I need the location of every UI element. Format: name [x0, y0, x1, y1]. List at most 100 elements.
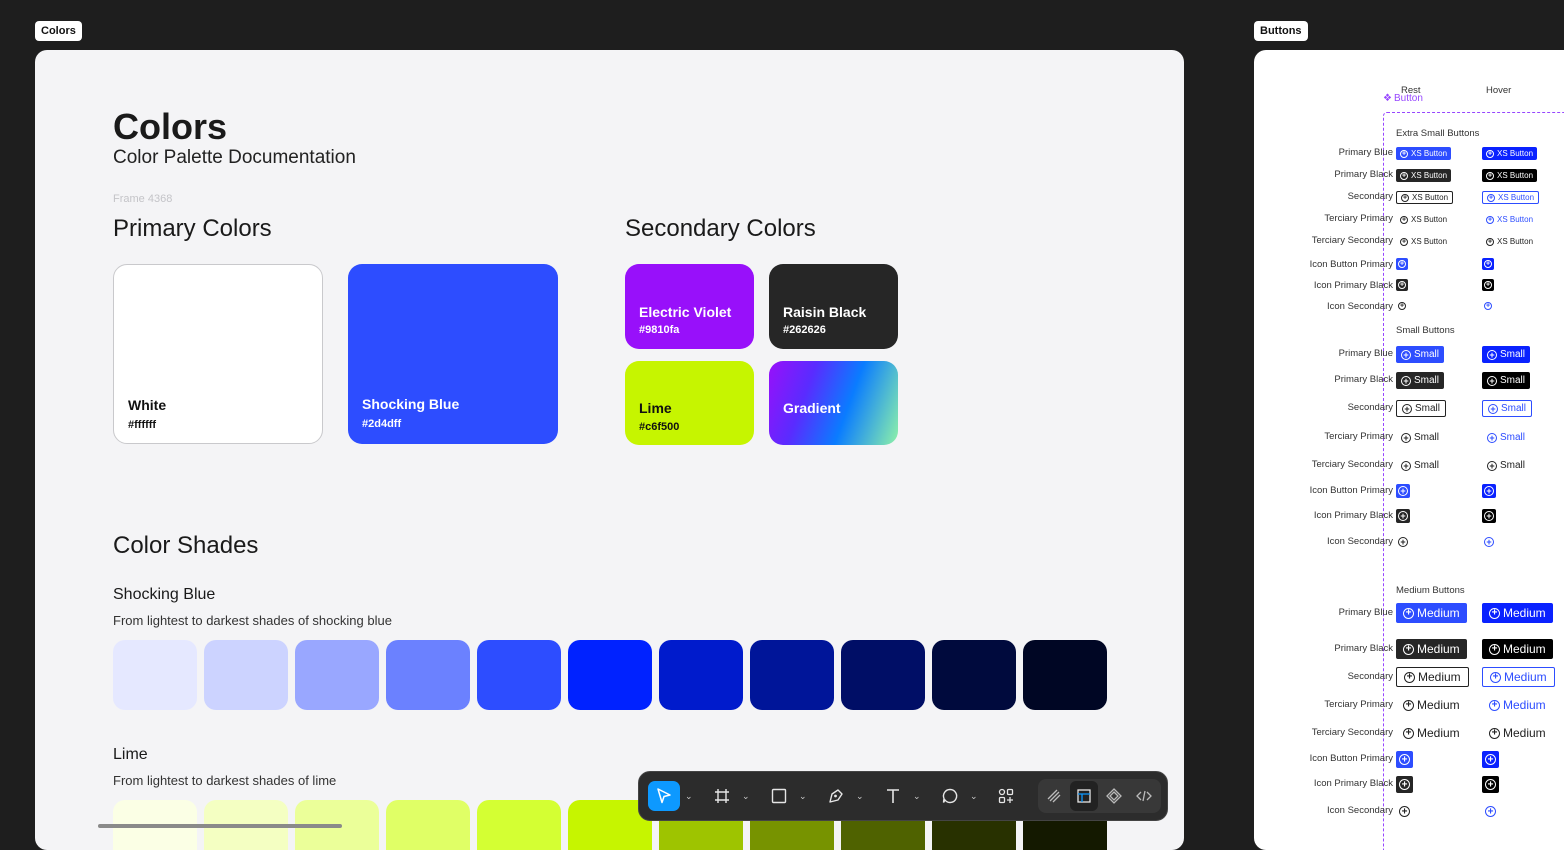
sm-terciary-primary-rest[interactable]: Small [1396, 429, 1444, 446]
sm-icon-secondary-rest[interactable] [1396, 535, 1410, 549]
md-primary-black-rest[interactable]: Medium [1396, 639, 1467, 659]
xs-primary-blue-hover[interactable]: XS Button [1482, 147, 1538, 160]
sm-primary-blue-rest[interactable]: Small [1396, 346, 1445, 363]
chevron-down-icon[interactable]: ⌄ [913, 791, 921, 802]
xs-icon-secondary-hover[interactable] [1482, 300, 1494, 312]
md-icon-secondary-rest[interactable] [1396, 803, 1413, 820]
row-label-icon-secondary: Icon Secondary [1326, 805, 1393, 816]
sm-icon-secondary-hover[interactable] [1482, 535, 1496, 549]
md-terciary-secondary-rest[interactable]: Medium [1396, 723, 1467, 743]
shade-swatch[interactable] [841, 640, 925, 710]
shade-swatch[interactable] [568, 640, 652, 710]
sm-icon-primary-black-rest[interactable] [1396, 509, 1410, 523]
xs-primary-black-rest[interactable]: XS Button [1396, 169, 1452, 182]
shade-swatch[interactable] [204, 640, 288, 710]
pen-tool-button[interactable] [821, 781, 851, 811]
sm-icon-button-primary-rest[interactable] [1396, 484, 1410, 498]
buttons-board[interactable]: Rest Hover ❖ Button Extra Small Buttons S… [1254, 50, 1564, 850]
xs-primary-blue-rest[interactable]: XS Button [1396, 147, 1452, 160]
xs-secondary-rest[interactable]: XS Button [1396, 191, 1454, 204]
swatch-white[interactable]: White #ffffff [113, 264, 323, 444]
sm-icon-primary-black-hover[interactable] [1482, 509, 1496, 523]
xs-terciary-secondary-rest[interactable]: XS Button [1396, 235, 1451, 248]
shade-swatch[interactable] [750, 640, 834, 710]
draw-mode-button[interactable] [1040, 781, 1068, 811]
sm-primary-blue-hover[interactable]: Small [1482, 346, 1531, 363]
xs-terciary-primary-rest[interactable]: XS Button [1396, 213, 1451, 226]
md-terciary-primary-hover[interactable]: Medium [1482, 695, 1553, 715]
prototype-mode-button[interactable] [1100, 781, 1128, 811]
swatch-hex: #c6f500 [639, 421, 680, 433]
dev-mode-button[interactable] [1130, 781, 1158, 811]
md-secondary-hover[interactable]: Medium [1482, 667, 1555, 687]
swatch-shocking-blue[interactable]: Shocking Blue #2d4dff [348, 264, 558, 444]
chevron-down-icon[interactable]: ⌄ [742, 791, 750, 802]
shade-swatch[interactable] [1023, 640, 1107, 710]
text-tool-button[interactable] [878, 781, 908, 811]
sm-secondary-hover[interactable]: Small [1482, 400, 1533, 417]
plus-circle-icon [1485, 779, 1496, 790]
actions-tool-button[interactable] [991, 781, 1021, 811]
button-label: XS Button [1411, 171, 1448, 180]
shade-swatch[interactable] [932, 640, 1016, 710]
xs-icon-button-primary-rest[interactable] [1396, 258, 1408, 270]
md-icon-button-primary-rest[interactable] [1396, 751, 1413, 768]
colors-board[interactable]: Colors Color Palette Documentation Frame… [35, 50, 1184, 850]
comment-tool-button[interactable] [935, 781, 965, 811]
frame-tool-button[interactable] [707, 781, 737, 811]
sm-secondary-rest[interactable]: Small [1396, 400, 1447, 417]
sm-terciary-secondary-hover[interactable]: Small [1482, 457, 1530, 474]
md-icon-primary-black-hover[interactable] [1482, 776, 1499, 793]
shade-swatch[interactable] [477, 640, 561, 710]
md-icon-button-primary-hover[interactable] [1482, 751, 1499, 768]
sm-primary-black-rest[interactable]: Small [1396, 372, 1445, 389]
sm-terciary-secondary-rest[interactable]: Small [1396, 457, 1444, 474]
xs-icon-secondary-rest[interactable] [1396, 300, 1408, 312]
md-terciary-primary-rest[interactable]: Medium [1396, 695, 1467, 715]
xs-icon-primary-black-hover[interactable] [1482, 279, 1494, 291]
md-terciary-secondary-hover[interactable]: Medium [1482, 723, 1553, 743]
shade-swatch[interactable] [386, 800, 470, 850]
md-icon-primary-black-rest[interactable] [1396, 776, 1413, 793]
swatch-name: Raisin Black [783, 304, 867, 320]
chevron-down-icon[interactable]: ⌄ [799, 791, 807, 802]
shade-swatch[interactable] [295, 640, 379, 710]
shade-swatch[interactable] [113, 640, 197, 710]
md-secondary-rest[interactable]: Medium [1396, 667, 1469, 687]
shade-swatch[interactable] [659, 640, 743, 710]
design-mode-button[interactable] [1070, 781, 1098, 811]
row-label-terciary-primary: Terciary Primary [1324, 699, 1393, 710]
xs-terciary-primary-hover[interactable]: XS Button [1482, 213, 1537, 226]
chevron-down-icon[interactable]: ⌄ [685, 791, 693, 802]
shade-swatch[interactable] [386, 640, 470, 710]
component-icon: ❖ [1383, 93, 1392, 104]
md-primary-blue-rest[interactable]: Medium [1396, 603, 1467, 623]
sm-primary-black-hover[interactable]: Small [1482, 372, 1531, 389]
plus-circle-icon [1399, 779, 1410, 790]
xs-icon-primary-black-rest[interactable] [1396, 279, 1408, 291]
chevron-down-icon[interactable]: ⌄ [856, 791, 864, 802]
plus-circle-icon [1403, 699, 1414, 711]
sm-terciary-primary-hover[interactable]: Small [1482, 429, 1530, 446]
swatch-electric-violet[interactable]: Electric Violet #9810fa [625, 264, 754, 349]
frame-tag-colors[interactable]: Colors [35, 21, 82, 41]
swatch-gradient[interactable]: Gradient [769, 361, 898, 445]
xs-terciary-secondary-hover[interactable]: XS Button [1482, 235, 1537, 248]
shape-tool-button[interactable] [764, 781, 794, 811]
xs-secondary-hover[interactable]: XS Button [1482, 191, 1540, 204]
frame-tag-buttons[interactable]: Buttons [1254, 21, 1308, 41]
chevron-down-icon[interactable]: ⌄ [970, 791, 978, 802]
md-primary-black-hover[interactable]: Medium [1482, 639, 1553, 659]
move-tool-button[interactable] [648, 781, 680, 811]
xs-icon-button-primary-hover[interactable] [1482, 258, 1494, 270]
md-icon-secondary-hover[interactable] [1482, 803, 1499, 820]
shade-swatch[interactable] [477, 800, 561, 850]
swatch-lime[interactable]: Lime #c6f500 [625, 361, 754, 445]
md-primary-blue-hover[interactable]: Medium [1482, 603, 1553, 623]
swatch-raisin-black[interactable]: Raisin Black #262626 [769, 264, 898, 349]
sm-icon-button-primary-hover[interactable] [1482, 484, 1496, 498]
xs-primary-black-hover[interactable]: XS Button [1482, 169, 1538, 182]
component-label[interactable]: ❖ Button [1383, 93, 1423, 104]
horizontal-scrollbar[interactable] [98, 824, 342, 828]
draw-icon [1047, 789, 1061, 803]
